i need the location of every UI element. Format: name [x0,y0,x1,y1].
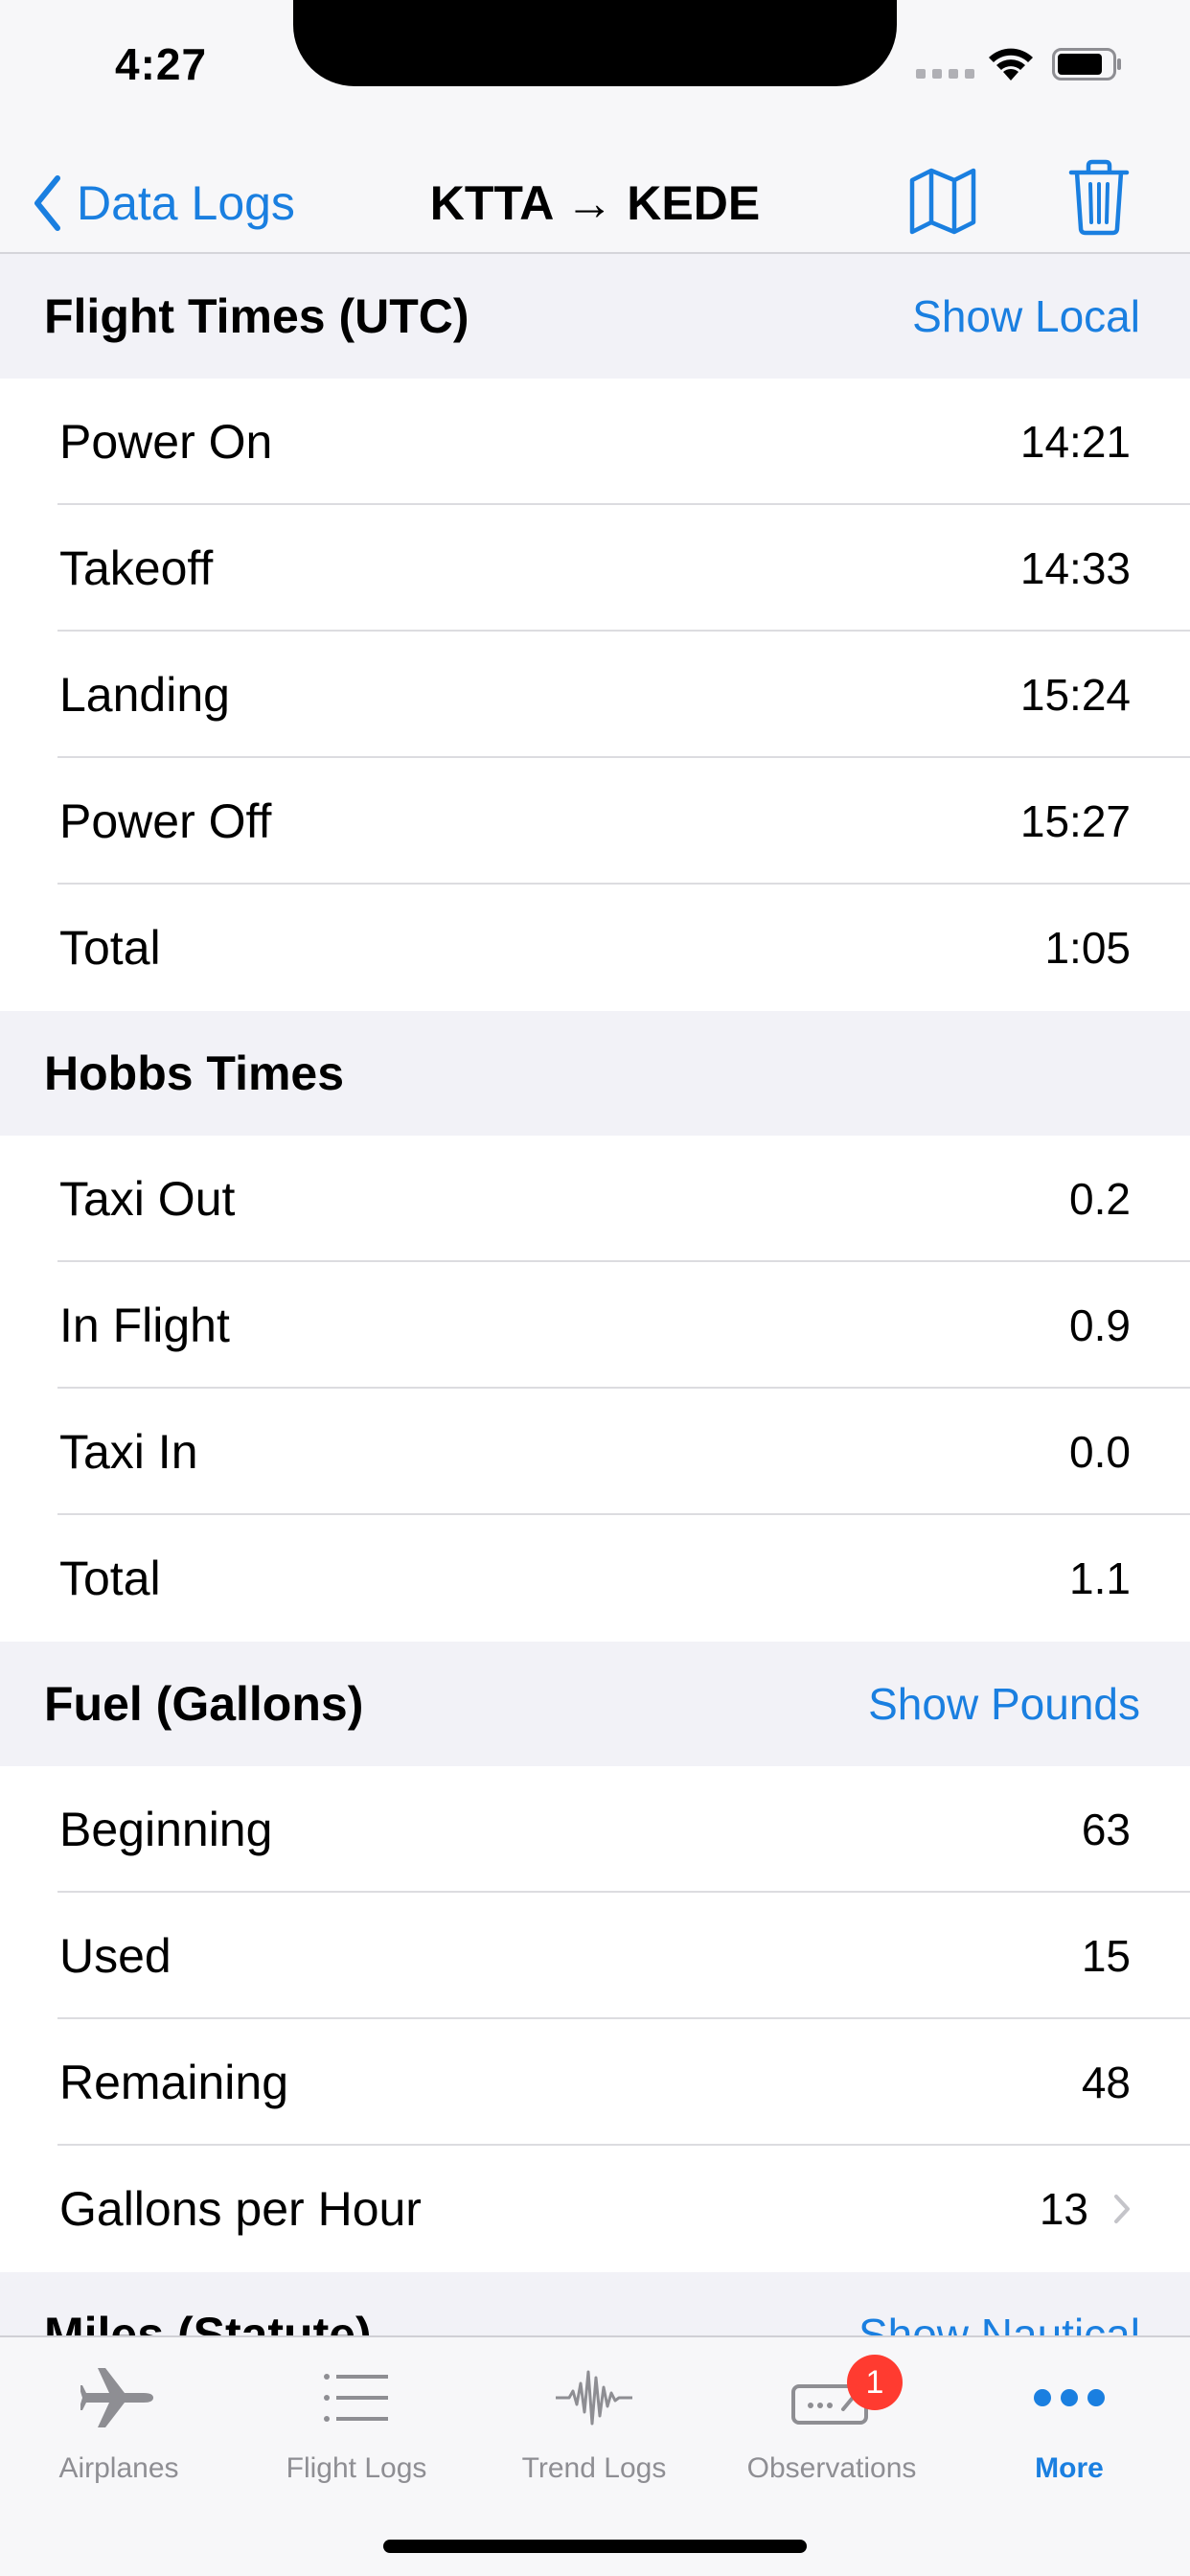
map-icon[interactable] [906,165,979,238]
status-time: 4:27 [115,39,208,89]
list-item: Total 1:05 [0,885,1190,1011]
section-header-flight-times: Flight Times (UTC) Show Local [0,254,1190,379]
row-label: Takeoff [59,541,214,595]
row-label: Beginning [59,1803,273,1856]
tab-observations[interactable]: 1 Observations [713,2355,950,2508]
tab-label: Airplanes [58,2452,179,2484]
row-label: Taxi In [59,1425,198,1479]
cellular-signal-icon [916,69,974,79]
row-value: 15 [1081,1931,1131,1981]
tab-airplanes[interactable]: Airplanes [0,2355,238,2508]
section-title: Flight Times (UTC) [44,289,469,343]
row-value: 0.0 [1069,1427,1131,1477]
list-item: In Flight 0.9 [0,1262,1190,1389]
row-value: 1.1 [1069,1553,1131,1603]
row-label: Taxi Out [59,1172,236,1226]
tab-flight-logs[interactable]: Flight Logs [238,2355,475,2508]
row-value: 0.2 [1069,1174,1131,1224]
row-label: In Flight [59,1299,230,1352]
list-item: Beginning 63 [0,1766,1190,1893]
row-label: Used [59,1929,172,1983]
row-value: 0.9 [1069,1300,1131,1350]
tab-label: Trend Logs [521,2452,667,2484]
list-item: Power On 14:21 [0,379,1190,505]
row-value: 15:27 [1019,796,1131,846]
data-log-detail-list[interactable]: Flight Times (UTC) Show Local Power On 14… [0,254,1190,2335]
list-item: Taxi In 0.0 [0,1389,1190,1515]
row-label: Total [59,921,161,975]
list-item: Landing 15:24 [0,632,1190,758]
tab-label: Observations [746,2452,917,2484]
tab-label: Flight Logs [286,2452,427,2484]
tab-bar: Airplanes Flight Logs Trend Logs 1 Obser… [0,2335,1190,2576]
tab-trend-logs[interactable]: Trend Logs [475,2355,713,2508]
row-value: 14:21 [1019,417,1131,467]
list-item: Takeoff 14:33 [0,505,1190,632]
row-label: Gallons per Hour [59,2182,422,2236]
navigation-bar: Data Logs KTTA → KEDE [0,153,1190,254]
row-label: Power Off [59,794,272,848]
wifi-icon [989,48,1033,80]
chevron-left-icon [34,175,60,231]
trash-icon[interactable] [1067,159,1131,236]
airplane-icon [80,2368,153,2427]
section-header-miles: Miles (Statute) Show Nautical [0,2272,1190,2335]
waveform-icon [556,2370,632,2426]
list-item: Remaining 48 [0,2019,1190,2146]
row-value-container: 13 [1040,2183,1131,2235]
row-label: Remaining [59,2056,289,2109]
row-value: 1:05 [1044,923,1131,973]
section-title: Fuel (Gallons) [44,1677,364,1731]
back-button[interactable]: Data Logs [33,165,295,242]
list-item: Power Off 15:27 [0,758,1190,885]
back-button-label: Data Logs [77,176,295,230]
section-title: Hobbs Times [44,1046,345,1100]
show-pounds-button[interactable]: Show Pounds [868,1678,1140,1730]
status-bar: 4:27 [0,0,1190,153]
show-nautical-button[interactable]: Show Nautical [858,2309,1140,2335]
tab-more[interactable]: More [950,2355,1188,2508]
gallons-per-hour-row[interactable]: Gallons per Hour 13 [0,2146,1190,2272]
row-label: Landing [59,668,230,722]
more-icon [1034,2389,1105,2406]
battery-icon [1052,48,1121,80]
section-header-fuel: Fuel (Gallons) Show Pounds [0,1642,1190,1766]
row-value: 13 [1039,2184,1088,2234]
device-notch [293,0,897,86]
list-icon [324,2374,388,2422]
home-indicator[interactable] [383,2540,807,2553]
notification-badge: 1 [847,2355,903,2410]
row-value: 15:24 [1019,670,1131,720]
section-title: Miles (Statute) [44,2308,372,2335]
list-item: Used 15 [0,1893,1190,2019]
tab-label: More [1035,2452,1104,2484]
list-item: Taxi Out 0.2 [0,1136,1190,1262]
row-value: 14:33 [1019,543,1131,593]
section-header-hobbs-times: Hobbs Times [0,1011,1190,1136]
show-local-button[interactable]: Show Local [912,290,1140,342]
row-value: 63 [1081,1805,1131,1854]
list-item: Total 1.1 [0,1515,1190,1642]
row-label: Total [59,1552,161,1605]
row-value: 48 [1081,2058,1131,2107]
chevron-right-icon [1114,2195,1130,2223]
row-label: Power On [59,415,273,469]
